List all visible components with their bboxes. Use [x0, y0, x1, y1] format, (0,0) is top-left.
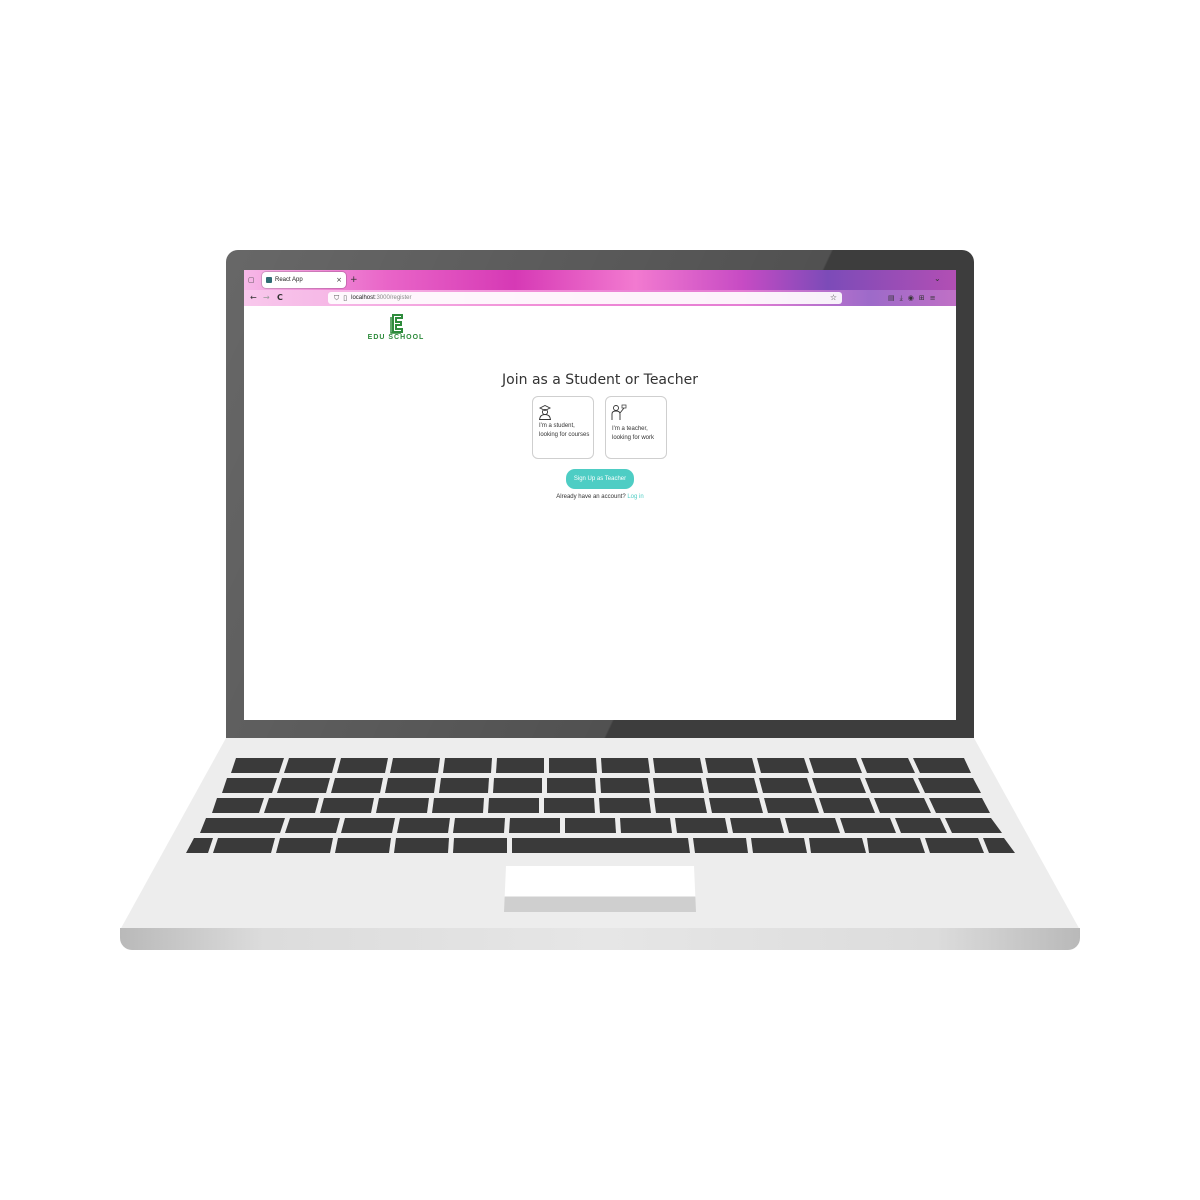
teacher-card-text: I'm a teacher, looking for work: [612, 426, 655, 441]
browser-window: ▢ React App × + ⌄ ← → C ⛉ ▯ localhost:30…: [244, 270, 956, 720]
trackpad: [504, 866, 696, 912]
back-button[interactable]: ←: [250, 292, 257, 304]
url-path: :3000/register: [374, 295, 412, 301]
page-icon: ▯: [343, 294, 348, 302]
sign-up-button[interactable]: Sign Up as Teacher: [566, 469, 634, 489]
student-icon: [538, 404, 552, 424]
address-bar[interactable]: ⛉ ▯ localhost:3000/register ☆: [328, 292, 842, 304]
student-option-card[interactable]: I'm a student, looking for courses: [532, 396, 594, 459]
menu-icon[interactable]: ≡: [930, 293, 936, 303]
chevron-down-icon[interactable]: ⌄: [934, 274, 941, 284]
tab-list-icon[interactable]: ▢: [248, 275, 255, 285]
edu-school-logo[interactable]: EDU SCHOOL: [366, 314, 426, 341]
download-icon[interactable]: ⤓: [900, 293, 903, 303]
shield-icon: ⛉: [334, 293, 340, 302]
page-title: Join as a Student or Teacher: [502, 372, 698, 388]
close-icon[interactable]: ×: [336, 276, 342, 284]
teacher-option-card[interactable]: I'm a teacher, looking for work: [605, 396, 667, 459]
login-link[interactable]: Log in: [627, 494, 643, 500]
account-icon[interactable]: ◉: [908, 293, 914, 303]
url-host: localhost: [351, 295, 375, 301]
tab-bar: ▢ React App × + ⌄: [244, 270, 956, 290]
new-tab-button[interactable]: +: [350, 274, 358, 286]
forward-button[interactable]: →: [263, 292, 270, 304]
bookmark-star-icon[interactable]: ☆: [830, 293, 837, 303]
book-logo-icon: [390, 314, 403, 334]
login-prompt: Already have an account? Log in: [244, 494, 956, 500]
tab-title: React App: [275, 277, 303, 283]
toolbar-icons: ▤ ⤓ ◉ ⊞ ≡: [888, 293, 936, 303]
extensions-icon[interactable]: ⊞: [919, 293, 925, 303]
favicon-icon: [266, 277, 272, 283]
teacher-icon: [611, 404, 627, 425]
laptop-base-edge: [120, 928, 1080, 950]
tab-react-app[interactable]: React App ×: [262, 272, 346, 288]
logo-text: EDU SCHOOL: [367, 334, 425, 341]
library-icon[interactable]: ▤: [888, 293, 895, 303]
reload-button[interactable]: C: [277, 292, 283, 304]
login-prompt-text: Already have an account?: [556, 494, 626, 500]
student-card-text: I'm a student, looking for courses: [539, 423, 590, 438]
